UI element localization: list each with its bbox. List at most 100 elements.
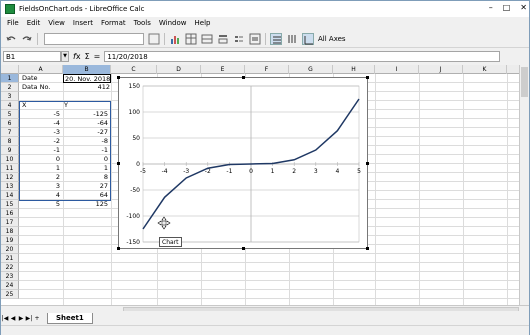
- resize-handle-sw[interactable]: [117, 247, 120, 250]
- name-box[interactable]: B1: [3, 51, 61, 62]
- chart-object[interactable]: -5 -4 -3 -2 -1 0 1 2 3 4 5 150 100 50 0 -50 -100 -150: [117, 76, 369, 250]
- row-header[interactable]: 24: [1, 281, 19, 290]
- equals-icon[interactable]: =: [94, 52, 101, 61]
- menu-format[interactable]: Format: [101, 19, 126, 27]
- cell-a1[interactable]: Date: [21, 74, 61, 83]
- column-header-c[interactable]: C: [111, 65, 157, 74]
- prev-sheet-icon[interactable]: ◀: [9, 315, 17, 322]
- column-header-k[interactable]: K: [463, 65, 507, 74]
- vertical-scrollbar[interactable]: [519, 65, 529, 305]
- column-header-b[interactable]: B: [63, 65, 111, 74]
- cell-y-value[interactable]: -8: [63, 137, 109, 146]
- row-header[interactable]: 10: [1, 155, 19, 164]
- cell-x-value[interactable]: 3: [19, 182, 61, 191]
- row-header[interactable]: 11: [1, 164, 19, 173]
- resize-handle-nw[interactable]: [117, 76, 120, 79]
- cell-y-value[interactable]: -27: [63, 128, 109, 137]
- menu-file[interactable]: File: [7, 19, 19, 27]
- cell-b4[interactable]: Y: [63, 101, 111, 110]
- formula-input[interactable]: 11/20/2018: [104, 51, 501, 62]
- menu-view[interactable]: View: [48, 19, 65, 27]
- menu-help[interactable]: Help: [195, 19, 211, 27]
- column-header-j[interactable]: J: [419, 65, 463, 74]
- cell-x-value[interactable]: -4: [19, 119, 61, 128]
- resize-handle-e[interactable]: [366, 162, 369, 165]
- cell-x-value[interactable]: -5: [19, 110, 61, 119]
- select-all-corner[interactable]: [1, 65, 19, 74]
- cell-y-value[interactable]: 8: [63, 173, 109, 182]
- chart-type-icon[interactable]: [169, 33, 181, 45]
- cell-x-value[interactable]: -3: [19, 128, 61, 137]
- cell-y-value[interactable]: -64: [63, 119, 109, 128]
- sum-icon[interactable]: Σ: [85, 52, 90, 61]
- data-ranges-icon[interactable]: [201, 33, 213, 45]
- row-header[interactable]: 1: [1, 74, 19, 83]
- row-header[interactable]: 7: [1, 128, 19, 137]
- row-header[interactable]: 3: [1, 92, 19, 101]
- cell-x-value[interactable]: 5: [19, 200, 61, 209]
- row-header[interactable]: 25: [1, 290, 19, 299]
- sheet-tab[interactable]: Sheet1: [47, 312, 93, 324]
- row-header[interactable]: 12: [1, 173, 19, 182]
- row-header[interactable]: 6: [1, 119, 19, 128]
- cell-x-value[interactable]: 4: [19, 191, 61, 200]
- chart-element-select[interactable]: [44, 32, 144, 45]
- cell-x-value[interactable]: 1: [19, 164, 61, 173]
- row-header[interactable]: 4: [1, 101, 19, 110]
- menu-tools[interactable]: Tools: [134, 19, 151, 27]
- resize-handle-se[interactable]: [366, 247, 369, 250]
- cell-y-value[interactable]: -1: [63, 146, 109, 155]
- last-sheet-icon[interactable]: ▶|: [25, 315, 33, 322]
- first-sheet-icon[interactable]: |◀: [1, 315, 9, 322]
- cell-y-value[interactable]: -125: [63, 110, 109, 119]
- minimize-icon[interactable]: –: [489, 3, 493, 12]
- all-axes-label[interactable]: All Axes: [318, 35, 346, 43]
- column-header-f[interactable]: F: [245, 65, 289, 74]
- maximize-icon[interactable]: □: [503, 3, 511, 12]
- row-header[interactable]: 15: [1, 200, 19, 209]
- cell-y-value[interactable]: 1: [63, 164, 109, 173]
- row-header[interactable]: 18: [1, 227, 19, 236]
- function-wizard-icon[interactable]: fx: [73, 52, 81, 61]
- cell-y-value[interactable]: 64: [63, 191, 109, 200]
- legend-toggle-icon[interactable]: [249, 33, 261, 45]
- row-header[interactable]: 5: [1, 110, 19, 119]
- row-header[interactable]: 19: [1, 236, 19, 245]
- cell-y-value[interactable]: 0: [63, 155, 109, 164]
- resize-handle-n[interactable]: [242, 76, 245, 79]
- row-header[interactable]: 20: [1, 245, 19, 254]
- cell-a2[interactable]: Data No.: [21, 83, 61, 92]
- column-header-e[interactable]: E: [201, 65, 245, 74]
- column-header-d[interactable]: D: [157, 65, 201, 74]
- vertical-grids-icon[interactable]: [286, 33, 298, 45]
- name-box-dropdown-icon[interactable]: ▼: [61, 51, 69, 62]
- column-header-i[interactable]: I: [375, 65, 419, 74]
- horizontal-grids-icon[interactable]: [270, 32, 282, 45]
- redo-icon[interactable]: [21, 33, 33, 45]
- resize-handle-w[interactable]: [117, 162, 120, 165]
- column-header-h[interactable]: H: [333, 65, 375, 74]
- add-sheet-icon[interactable]: +: [33, 315, 41, 322]
- cell-x-value[interactable]: -2: [19, 137, 61, 146]
- data-table-icon[interactable]: [185, 33, 197, 45]
- row-header[interactable]: 8: [1, 137, 19, 146]
- axes-icon[interactable]: [302, 32, 314, 45]
- row-header[interactable]: 16: [1, 209, 19, 218]
- close-icon[interactable]: ✕: [520, 3, 527, 12]
- cell-a4[interactable]: X: [21, 101, 61, 110]
- format-selection-icon[interactable]: [148, 33, 160, 45]
- next-sheet-icon[interactable]: ▶: [17, 315, 25, 322]
- menu-edit[interactable]: Edit: [27, 19, 41, 27]
- spreadsheet-grid[interactable]: A B C D E F G H I J K 1 2 3 4 5 6 7 8 9 10 11 12 13 1…: [1, 65, 519, 305]
- cell-b1-selected[interactable]: 20. Nov. 2018: [63, 74, 111, 83]
- column-header-a[interactable]: A: [19, 65, 63, 74]
- legend-icon[interactable]: [233, 33, 245, 45]
- cell-y-value[interactable]: 27: [63, 182, 109, 191]
- row-header[interactable]: 9: [1, 146, 19, 155]
- cell-y-value[interactable]: 125: [63, 200, 109, 209]
- vertical-scroll-thumb[interactable]: [521, 67, 528, 97]
- column-header-g[interactable]: G: [289, 65, 333, 74]
- row-header[interactable]: 2: [1, 83, 19, 92]
- row-header[interactable]: 21: [1, 254, 19, 263]
- cell-x-value[interactable]: -1: [19, 146, 61, 155]
